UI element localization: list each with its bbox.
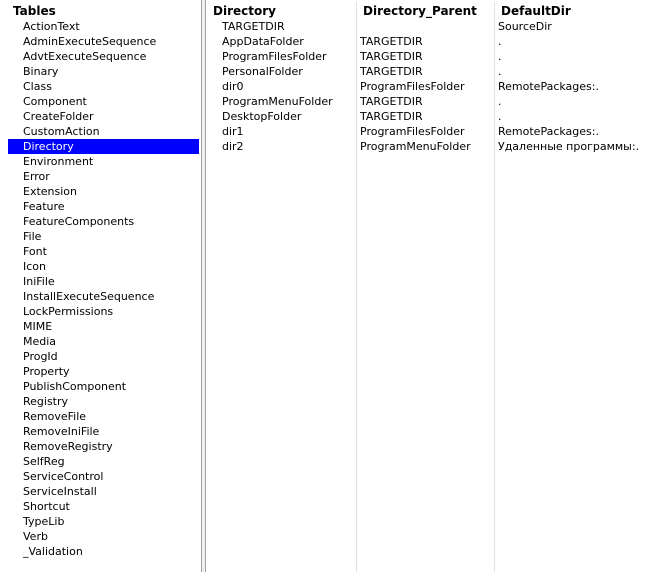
table-cell[interactable]: SourceDir bbox=[498, 19, 670, 34]
table-list-item[interactable]: Shortcut bbox=[8, 499, 199, 514]
table-row[interactable]: AppDataFolder TARGETDIR. bbox=[206, 34, 672, 49]
table-cell[interactable]: ProgramFilesFolder bbox=[222, 49, 356, 64]
table-list-item[interactable]: Binary bbox=[8, 64, 199, 79]
table-cell[interactable]: ProgramFilesFolder bbox=[360, 79, 494, 94]
table-list-item[interactable]: PublishComponent bbox=[8, 379, 199, 394]
table-list-item[interactable]: Property bbox=[8, 364, 199, 379]
table-row[interactable]: dir0 ProgramFilesFolder RemotePackages:. bbox=[206, 79, 672, 94]
column-header-directory[interactable]: Directory bbox=[213, 4, 276, 19]
table-list-item[interactable]: Component bbox=[8, 94, 199, 109]
table-list-item[interactable]: Directory bbox=[8, 139, 199, 154]
table-row[interactable]: dir1 ProgramFilesFolder RemotePackages:. bbox=[206, 124, 672, 139]
table-cell[interactable]: dir1 bbox=[222, 124, 356, 139]
table-list-item[interactable]: Registry bbox=[8, 394, 199, 409]
table-cell[interactable]: TARGETDIR bbox=[222, 19, 356, 34]
table-list-item[interactable]: TypeLib bbox=[8, 514, 199, 529]
table-cell[interactable]: ProgramMenuFolder bbox=[360, 139, 494, 154]
table-list-item[interactable]: CreateFolder bbox=[8, 109, 199, 124]
table-cell[interactable]: TARGETDIR bbox=[360, 109, 494, 124]
tables-list[interactable]: ActionText AdminExecuteSequence AdvtExecut… bbox=[8, 19, 199, 559]
table-cell[interactable]: RemotePackages:. bbox=[498, 124, 670, 139]
table-row[interactable]: ProgramFilesFolder TARGETDIR. bbox=[206, 49, 672, 64]
table-cell[interactable]: RemotePackages:. bbox=[498, 79, 670, 94]
table-cell[interactable]: dir2 bbox=[222, 139, 356, 154]
table-cell[interactable]: TARGETDIR bbox=[360, 64, 494, 79]
table-cell[interactable]: . bbox=[498, 64, 670, 79]
table-list-item[interactable]: File bbox=[8, 229, 199, 244]
table-cell[interactable]: . bbox=[498, 34, 670, 49]
table-list-item[interactable]: ServiceControl bbox=[8, 469, 199, 484]
table-cell[interactable]: ProgramMenuFolder bbox=[222, 94, 356, 109]
table-list-item[interactable]: ActionText bbox=[8, 19, 199, 34]
table-list-item[interactable]: AdvtExecuteSequence bbox=[8, 49, 199, 64]
table-list-item[interactable]: FeatureComponents bbox=[8, 214, 199, 229]
table-cell[interactable]: AppDataFolder bbox=[222, 34, 356, 49]
table-cell[interactable]: TARGETDIR bbox=[360, 94, 494, 109]
table-row[interactable]: TARGETDIR SourceDir bbox=[206, 19, 672, 34]
table-cell[interactable]: PersonalFolder bbox=[222, 64, 356, 79]
table-list-item[interactable]: RemoveRegistry bbox=[8, 439, 199, 454]
table-list-item[interactable]: _Validation bbox=[8, 544, 199, 559]
table-list-item[interactable]: ProgId bbox=[8, 349, 199, 364]
grid-rows: TARGETDIR SourceDir AppDataFolder TARGETDIR… bbox=[206, 19, 672, 154]
table-list-item[interactable]: RemoveIniFile bbox=[8, 424, 199, 439]
table-list-item[interactable]: Font bbox=[8, 244, 199, 259]
table-cell[interactable]: Удаленные программы:. bbox=[498, 139, 670, 154]
table-row[interactable]: DesktopFolder TARGETDIR. bbox=[206, 109, 672, 124]
table-cell[interactable]: ProgramFilesFolder bbox=[360, 124, 494, 139]
table-row[interactable]: ProgramMenuFolder TARGETDIR. bbox=[206, 94, 672, 109]
table-cell[interactable]: . bbox=[498, 94, 670, 109]
table-list-item[interactable]: ServiceInstall bbox=[8, 484, 199, 499]
table-row[interactable]: PersonalFolder TARGETDIR. bbox=[206, 64, 672, 79]
table-cell[interactable]: . bbox=[498, 109, 670, 124]
table-list-item[interactable]: Feature bbox=[8, 199, 199, 214]
column-header-directory-parent[interactable]: Directory_Parent bbox=[363, 4, 477, 19]
table-row[interactable]: dir2 ProgramMenuFolder Удаленные программы… bbox=[206, 139, 672, 154]
table-cell[interactable]: TARGETDIR bbox=[360, 49, 494, 64]
table-list-item[interactable]: Media bbox=[8, 334, 199, 349]
table-list-item[interactable]: CustomAction bbox=[8, 124, 199, 139]
table-list-item[interactable]: Verb bbox=[8, 529, 199, 544]
table-list-item[interactable]: Class bbox=[8, 79, 199, 94]
table-cell[interactable]: . bbox=[498, 49, 670, 64]
table-list-item[interactable]: Extension bbox=[8, 184, 199, 199]
table-list-item[interactable]: SelfReg bbox=[8, 454, 199, 469]
table-list-item[interactable]: MIME bbox=[8, 319, 199, 334]
column-header-default-dir[interactable]: DefaultDir bbox=[501, 4, 571, 19]
table-cell[interactable]: DesktopFolder bbox=[222, 109, 356, 124]
tables-header: Tables bbox=[13, 4, 56, 18]
table-list-item[interactable]: LockPermissions bbox=[8, 304, 199, 319]
table-list-item[interactable]: IniFile bbox=[8, 274, 199, 289]
table-list-item[interactable]: Environment bbox=[8, 154, 199, 169]
table-list-item[interactable]: AdminExecuteSequence bbox=[8, 34, 199, 49]
table-list-item[interactable]: InstallExecuteSequence bbox=[8, 289, 199, 304]
orca-table-editor: Tables ActionText AdminExecuteSequence Adv… bbox=[0, 0, 672, 572]
table-grid[interactable]: Directory Directory_Parent DefaultDir TA… bbox=[206, 0, 672, 572]
tables-pane[interactable]: Tables ActionText AdminExecuteSequence Adv… bbox=[0, 0, 202, 572]
table-list-item[interactable]: Icon bbox=[8, 259, 199, 274]
table-cell[interactable]: dir0 bbox=[222, 79, 356, 94]
table-list-item[interactable]: Error bbox=[8, 169, 199, 184]
table-cell[interactable]: TARGETDIR bbox=[360, 34, 494, 49]
table-list-item[interactable]: RemoveFile bbox=[8, 409, 199, 424]
